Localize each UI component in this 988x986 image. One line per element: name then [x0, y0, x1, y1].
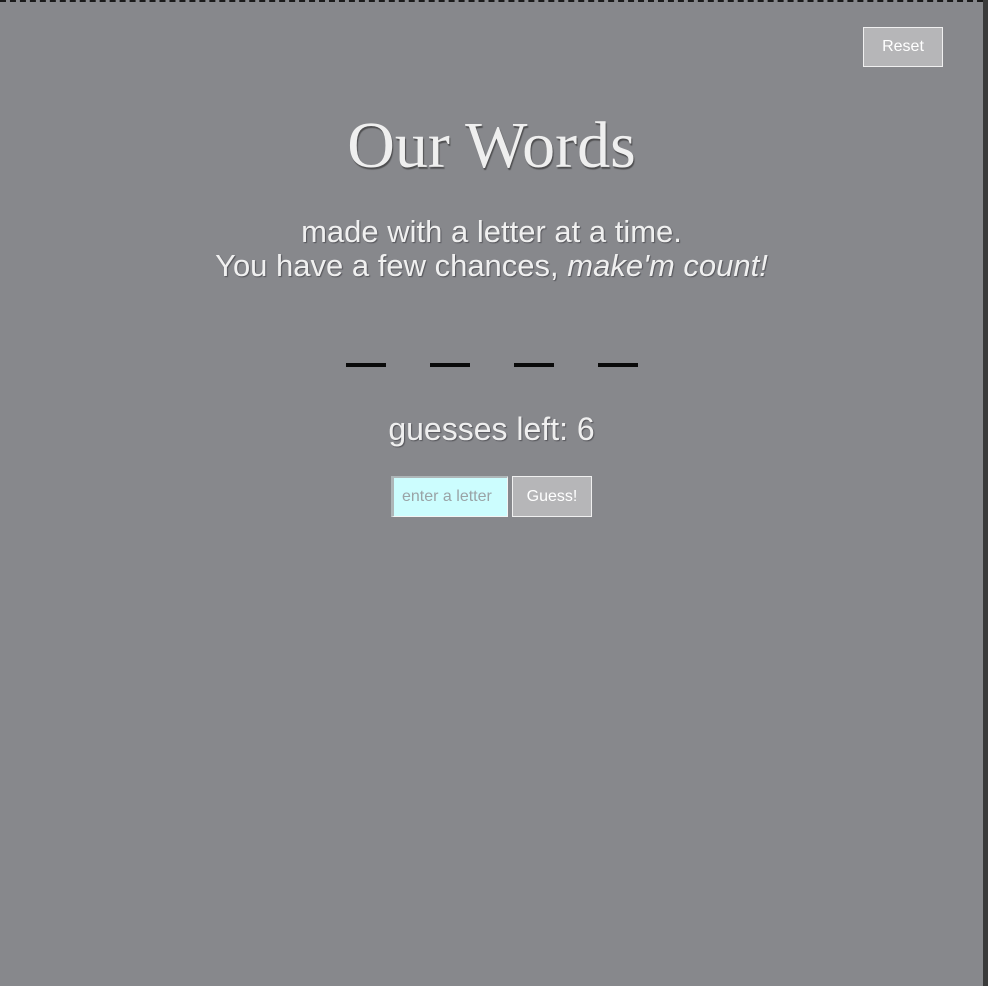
- letter-blank-4: [597, 332, 638, 392]
- subtitle-line-2: You have a few chances, make'm count!: [0, 249, 983, 283]
- letter-blank-1: [345, 332, 386, 392]
- guess-form: Guess!: [391, 476, 592, 517]
- letter-input[interactable]: [391, 476, 508, 517]
- word-blanks: [0, 332, 983, 392]
- subtitle-emphasis: make'm count!: [567, 248, 768, 283]
- blank-dash: [429, 363, 470, 367]
- game-page: Reset Our Words made with a letter at a …: [0, 0, 983, 986]
- blank-dash: [513, 363, 554, 367]
- blank-dash: [345, 363, 386, 367]
- subtitle: made with a letter at a time. You have a…: [0, 215, 983, 283]
- reset-button[interactable]: Reset: [863, 27, 943, 67]
- letter-blank-2: [429, 332, 470, 392]
- subtitle-line-2-text: You have a few chances,: [215, 248, 568, 283]
- letter-blank-3: [513, 332, 554, 392]
- blank-dash: [597, 363, 638, 367]
- page-title: Our Words: [347, 109, 636, 182]
- subtitle-line-1: made with a letter at a time.: [301, 214, 682, 249]
- guesses-left-label: guesses left: 6: [388, 411, 595, 447]
- guess-button[interactable]: Guess!: [512, 476, 592, 517]
